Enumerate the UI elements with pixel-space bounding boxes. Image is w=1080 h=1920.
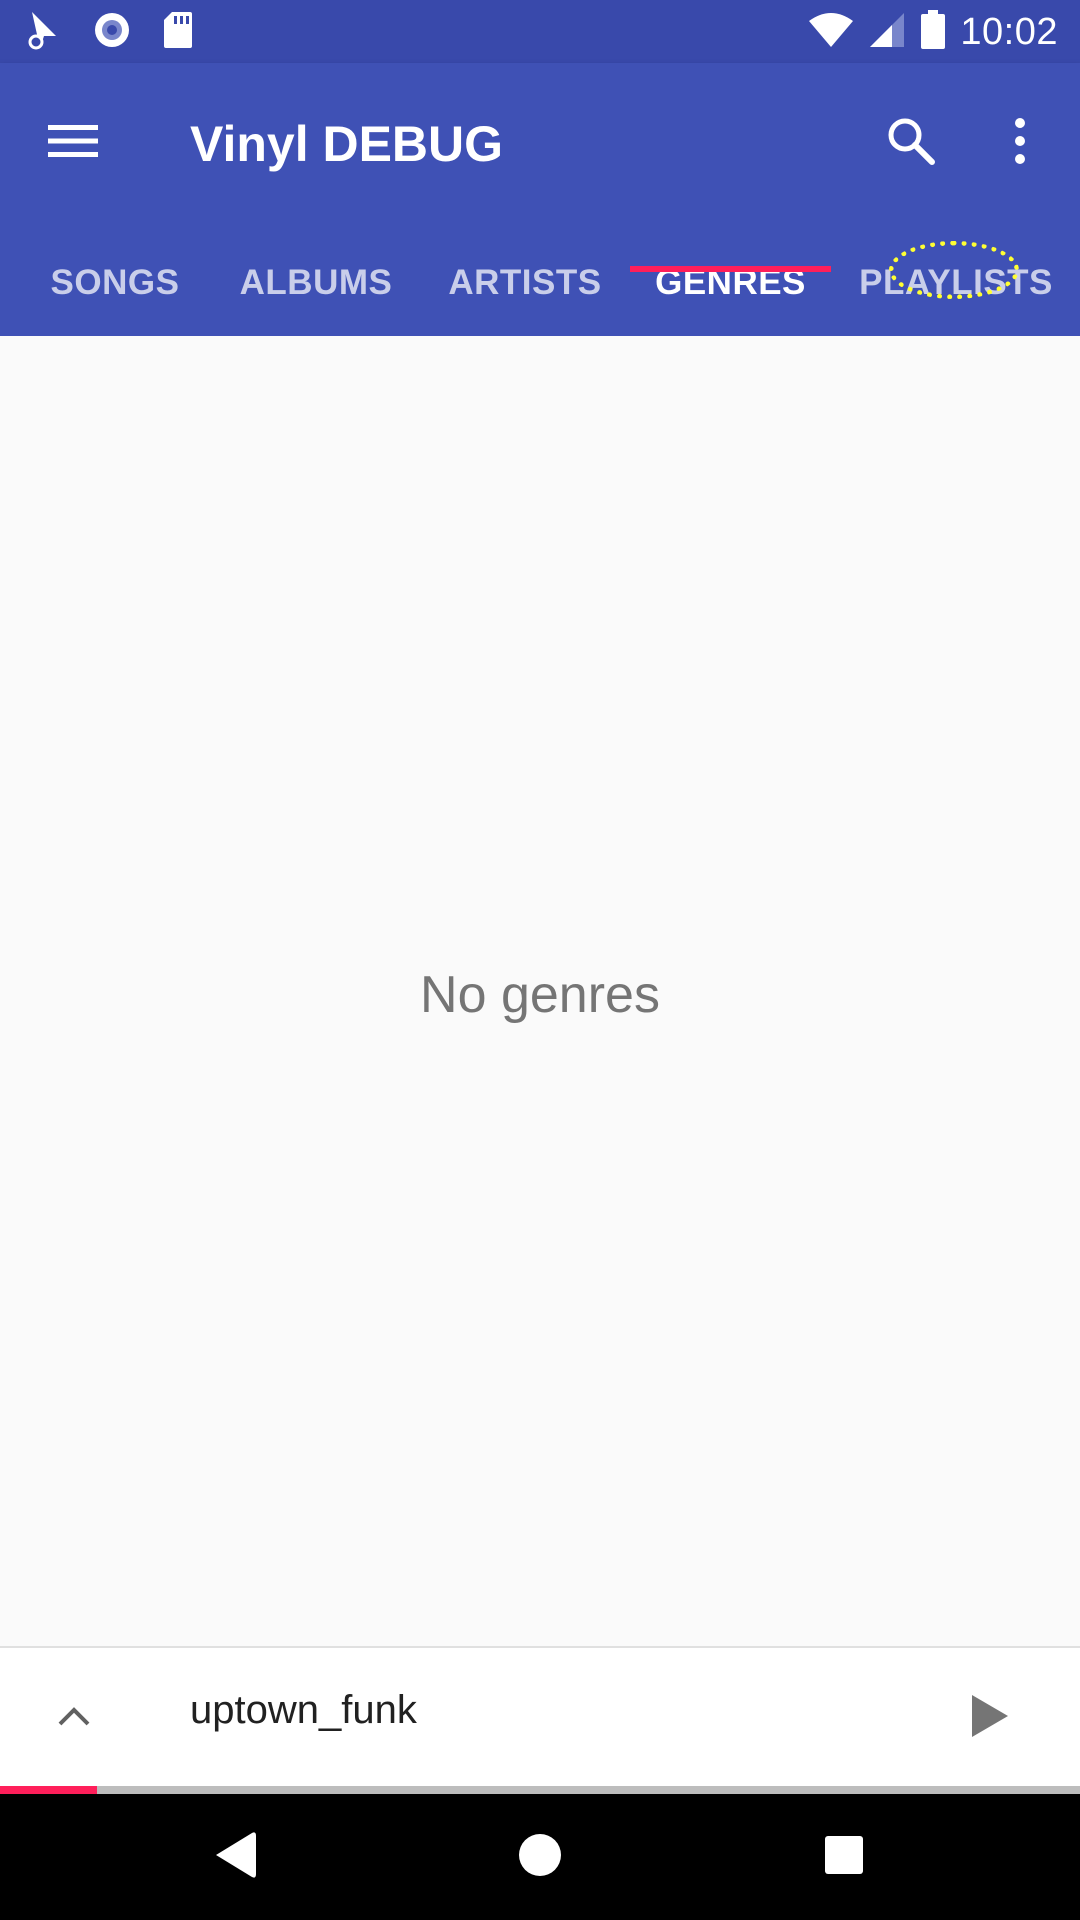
mini-player[interactable]: uptown_funk — [0, 1646, 1080, 1788]
playback-progress-bar[interactable] — [0, 1786, 1080, 1794]
signal-icon — [868, 11, 906, 54]
play-icon — [970, 1693, 1010, 1744]
sd-card-icon — [162, 10, 194, 55]
tab-artists[interactable]: ARTISTS — [438, 229, 612, 336]
tab-genres[interactable]: GENRES — [630, 229, 831, 336]
recents-button[interactable] — [804, 1817, 884, 1897]
chevron-up-icon — [56, 1704, 92, 1733]
record-icon — [92, 10, 132, 55]
tab-bar: SONGS ALBUMS ARTISTS GENRES PLAYLISTS — [0, 229, 1080, 336]
search-button[interactable] — [876, 103, 946, 183]
tab-songs[interactable]: SONGS — [30, 229, 200, 336]
tab-albums[interactable]: ALBUMS — [228, 229, 404, 336]
navigation-drawer-button[interactable] — [38, 108, 108, 178]
tab-playlists[interactable]: PLAYLISTS — [858, 229, 1054, 336]
hamburger-menu-icon — [48, 123, 98, 164]
home-circle-icon — [517, 1832, 563, 1883]
notification-icon — [26, 10, 62, 55]
selected-tab-indicator — [630, 266, 831, 272]
overflow-menu-button[interactable] — [995, 103, 1045, 183]
system-navigation-bar — [0, 1794, 1080, 1920]
status-left-icons — [26, 10, 194, 54]
home-button[interactable] — [500, 1817, 580, 1897]
search-icon — [886, 116, 936, 171]
playback-progress-fill — [0, 1786, 98, 1794]
expand-player-button[interactable] — [44, 1688, 104, 1748]
battery-icon — [920, 9, 946, 55]
status-time: 10:02 — [960, 10, 1058, 53]
empty-state-message: No genres — [420, 966, 660, 1024]
status-bar: 10:02 — [0, 0, 1080, 63]
app-title: Vinyl DEBUG — [190, 116, 504, 172]
play-button[interactable] — [960, 1686, 1020, 1750]
more-vert-icon — [1014, 117, 1026, 169]
app-bar: Vinyl DEBUG SONGS ALBUMS ARTISTS GENRES … — [0, 63, 1080, 336]
recents-square-icon — [824, 1835, 864, 1880]
back-button[interactable] — [196, 1817, 276, 1897]
back-triangle-icon — [214, 1830, 258, 1885]
wifi-icon — [808, 11, 854, 54]
now-playing-title: uptown_funk — [190, 1688, 417, 1732]
status-right-icons: 10:02 — [808, 8, 1058, 56]
